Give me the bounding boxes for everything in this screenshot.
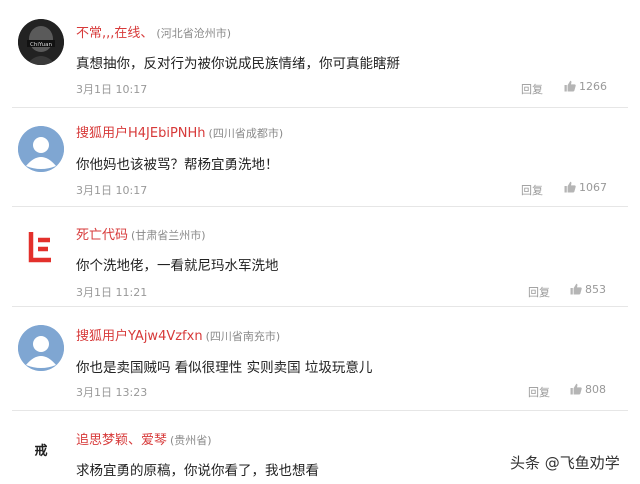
comment-text: 求杨宜勇的原稿，你说你看了，我也想看 [76, 463, 319, 479]
like-button[interactable]: 1067 [564, 181, 607, 194]
comment-time: 3月1日 13:23 [76, 386, 148, 399]
avatar[interactable] [18, 126, 64, 172]
username[interactable]: 不常,,,在线、 (河北省沧州市) [76, 22, 231, 41]
reply-button[interactable]: 回复 [528, 384, 550, 400]
reply-button[interactable]: 回复 [521, 81, 543, 97]
avatar-text: ChiYuan [30, 42, 52, 48]
like-button[interactable]: 808 [570, 383, 606, 396]
comment-text: 你也是卖国贼吗 看似很理性 实则卖国 垃圾玩意儿 [76, 360, 373, 376]
location: (河北省沧州市) [156, 27, 231, 40]
comment-time: 3月1日 10:17 [76, 184, 148, 197]
comment-item: 戒 追思梦颖、爱琴 (贵州省) 求杨宜勇的原稿，你说你看了，我也想看 [0, 411, 640, 484]
comment-item: 死亡代码 (甘肃省兰州市) 你个洗地佬，一看就尼玛水军洗地 3月1日 11:21 … [0, 207, 640, 307]
username[interactable]: 追思梦颖、爱琴 (贵州省) [76, 429, 212, 448]
like-count: 808 [585, 383, 606, 396]
avatar-text: 戒 [34, 444, 48, 459]
thumbs-up-icon [570, 283, 582, 295]
username[interactable]: 搜狐用户YAjw4Vzfxn (四川省南充市) [76, 325, 280, 344]
thumbs-up-icon [564, 181, 576, 193]
username-text[interactable]: 不常,,,在线、 [76, 26, 153, 41]
comment-text: 你个洗地佬，一看就尼玛水军洗地 [76, 258, 279, 274]
location: (甘肃省兰州市) [131, 229, 206, 242]
like-count: 1067 [579, 181, 607, 194]
username-text[interactable]: 搜狐用户H4JEbiPNHh [76, 126, 206, 141]
comment-item: ChiYuan 不常,,,在线、 (河北省沧州市) 真想抽你，反对行为被你说成民族… [0, 0, 640, 110]
comment-item: 搜狐用户YAjw4Vzfxn (四川省南充市) 你也是卖国贼吗 看似很理性 实则卖… [0, 307, 640, 407]
comment-time: 3月1日 11:21 [76, 286, 148, 299]
username-text[interactable]: 追思梦颖、爱琴 [76, 433, 167, 448]
avatar[interactable]: ChiYuan [18, 19, 64, 65]
comment-text: 真想抽你，反对行为被你说成民族情绪，你可真能瞎掰 [76, 56, 400, 72]
thumbs-up-icon [570, 383, 582, 395]
avatar[interactable] [18, 325, 64, 371]
avatar[interactable]: 戒 [18, 429, 64, 475]
like-button[interactable]: 853 [570, 283, 606, 296]
comment-item: 搜狐用户H4JEbiPNHh (四川省成都市) 你他妈也该被骂？帮杨宜勇洗地！ 3… [0, 108, 640, 208]
location: (贵州省) [170, 434, 212, 447]
username[interactable]: 死亡代码 (甘肃省兰州市) [76, 224, 206, 243]
like-count: 1266 [579, 80, 607, 93]
location: (四川省成都市) [208, 127, 284, 140]
username-text[interactable]: 搜狐用户YAjw4Vzfxn [76, 329, 203, 344]
username-text[interactable]: 死亡代码 [76, 228, 128, 243]
reply-button[interactable]: 回复 [521, 182, 543, 198]
location: (四川省南充市) [205, 330, 281, 343]
watermark: 头条 @飞鱼劝学 [510, 454, 620, 472]
like-button[interactable]: 1266 [564, 80, 607, 93]
comment-text: 你他妈也该被骂？帮杨宜勇洗地！ [76, 157, 279, 173]
comment-time: 3月1日 10:17 [76, 83, 148, 96]
thumbs-up-icon [564, 80, 576, 92]
avatar[interactable] [18, 223, 64, 269]
reply-button[interactable]: 回复 [528, 284, 550, 300]
like-count: 853 [585, 283, 606, 296]
username[interactable]: 搜狐用户H4JEbiPNHh (四川省成都市) [76, 122, 283, 141]
le-logo-icon [18, 223, 64, 269]
